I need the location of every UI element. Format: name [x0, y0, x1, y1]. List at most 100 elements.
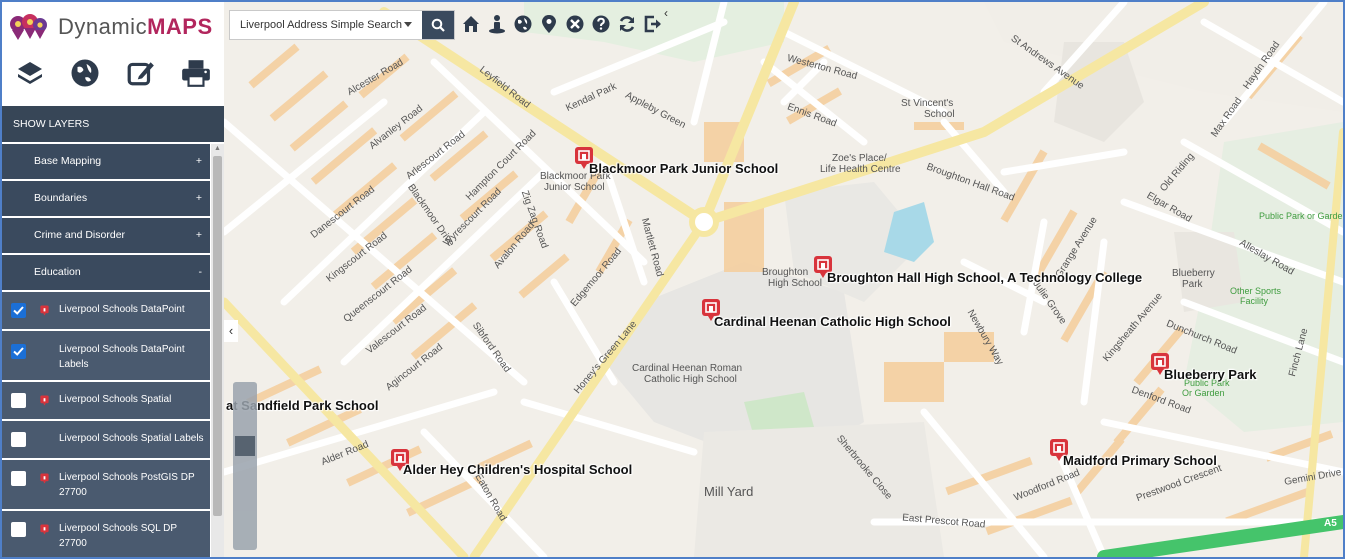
globe-icon	[71, 59, 99, 87]
print-icon	[182, 60, 211, 87]
school-icon	[40, 395, 49, 406]
search-type-label: Liverpool Address Simple Search	[240, 19, 403, 31]
map-label: Cardinal Heenan Roman	[632, 363, 743, 374]
layer-group-label: Education	[34, 266, 81, 278]
layer-checkbox[interactable]	[11, 393, 26, 408]
app-title: DynamicMAPS	[58, 14, 213, 40]
map-toolbar	[460, 10, 664, 38]
search-button[interactable]	[421, 11, 454, 39]
globe-icon	[514, 15, 532, 33]
caret-down-icon	[403, 22, 412, 27]
crosshair-icon	[566, 15, 584, 33]
layer-label-line2: 27700	[59, 538, 87, 549]
layer-label: Liverpool Schools DataPoint	[59, 344, 185, 355]
zoom-slider-handle[interactable]	[235, 436, 255, 456]
map-label: St Vincent's	[901, 98, 954, 109]
layer-list: Base Mapping + Boundaries + Crime and Diso…	[2, 144, 210, 557]
map-label: Blueberry	[1172, 268, 1215, 279]
street-view-button[interactable]	[486, 10, 508, 38]
school-label: Alder Hey Children's Hospital School	[403, 462, 633, 477]
app-frame: St Vincent's School Zoe's Place/ Life He…	[0, 0, 1345, 559]
brand-suffix: MAPS	[147, 14, 213, 39]
layer-label-line2: Labels	[59, 359, 89, 370]
app-logo: DynamicMAPS	[8, 10, 218, 44]
map-label: Life Health Centre	[820, 164, 901, 175]
layer-group-boundaries[interactable]: Boundaries +	[2, 181, 210, 218]
edit-icon	[127, 62, 154, 86]
basemap-button[interactable]	[68, 56, 102, 90]
school-icon	[40, 473, 49, 484]
globe-button[interactable]	[512, 10, 534, 38]
logout-button[interactable]	[642, 10, 664, 38]
layer-label: Liverpool Schools Spatial	[59, 394, 172, 405]
scroll-up-icon[interactable]: ▲	[214, 145, 221, 152]
expand-toggle[interactable]: +	[196, 218, 202, 253]
layer-item[interactable]: Liverpool Schools Spatial	[2, 382, 210, 421]
search-icon	[431, 18, 445, 32]
layer-item[interactable]: Liverpool Schools DataPoint	[2, 292, 210, 331]
map-green-label: Public Park or Garde	[1259, 211, 1343, 221]
layer-item[interactable]: Liverpool Schools SQL DP 27700	[2, 511, 210, 557]
school-label: Blackmoor Park Junior School	[589, 161, 779, 176]
motorway-tag: A5	[1324, 518, 1337, 529]
layer-label: Liverpool Schools DataPoint	[59, 304, 185, 315]
help-icon	[592, 15, 610, 33]
layers-icon	[17, 62, 42, 84]
layer-label-line2: 27700	[59, 487, 87, 498]
home-button[interactable]	[460, 10, 482, 38]
layer-group-label: Crime and Disorder	[34, 229, 126, 241]
sidebar: DynamicMAPS SHOW LAYERS Base Mapping + Bo…	[2, 2, 224, 557]
sidebar-tools	[2, 50, 224, 96]
logo-icon	[10, 14, 47, 40]
refresh-button[interactable]	[616, 10, 638, 38]
location-pin-icon	[542, 15, 556, 33]
brand-prefix: Dynamic	[58, 14, 148, 39]
clear-button[interactable]	[564, 10, 586, 38]
toolbar-collapse-chevron-icon[interactable]: ‹	[664, 6, 668, 20]
print-button[interactable]	[179, 56, 213, 90]
layer-item[interactable]: Liverpool Schools PostGIS DP 27700	[2, 460, 210, 511]
expand-toggle[interactable]: +	[196, 144, 202, 179]
layer-item[interactable]: Liverpool Schools Spatial Labels	[2, 421, 210, 460]
layer-scrollbar[interactable]: ▲	[211, 144, 224, 557]
refresh-icon	[619, 16, 635, 32]
edit-button[interactable]	[124, 56, 158, 90]
layer-checkbox[interactable]	[11, 522, 26, 537]
layer-group-crime-and-disorder[interactable]: Crime and Disorder +	[2, 218, 210, 255]
school-label: Cardinal Heenan Catholic High School	[714, 314, 951, 329]
map-canvas[interactable]: St Vincent's School Zoe's Place/ Life He…	[219, 2, 1343, 557]
zoom-slider[interactable]	[233, 382, 257, 550]
location-button[interactable]	[538, 10, 560, 38]
map-green-label: Other Sports	[1230, 286, 1282, 296]
layer-checkbox[interactable]	[11, 432, 26, 447]
expand-toggle[interactable]: +	[196, 181, 202, 216]
show-layers-header[interactable]: SHOW LAYERS	[2, 106, 224, 142]
map-label: High School	[768, 278, 822, 289]
help-button[interactable]	[590, 10, 612, 38]
layer-checkbox[interactable]	[11, 344, 26, 359]
layer-group-education[interactable]: Education -	[2, 255, 210, 292]
school-label: Blueberry Park	[1164, 367, 1257, 382]
collapse-toggle[interactable]: -	[199, 255, 203, 290]
scrollbar-thumb[interactable]	[213, 156, 222, 516]
map-green-label: Or Garden	[1182, 388, 1225, 398]
layer-checkbox[interactable]	[11, 471, 26, 486]
map-label: Mill Yard	[704, 484, 754, 499]
layer-item[interactable]: Liverpool Schools DataPoint Labels	[2, 331, 210, 382]
sidebar-collapse-chevron-icon[interactable]: ‹	[224, 320, 238, 342]
layers-button[interactable]	[13, 56, 47, 90]
map-label: Catholic High School	[644, 374, 737, 385]
map-label: Junior School	[544, 182, 605, 193]
address-search: Liverpool Address Simple Search	[229, 10, 455, 40]
layer-group-base-mapping[interactable]: Base Mapping +	[2, 144, 210, 181]
search-type-select[interactable]: Liverpool Address Simple Search	[230, 11, 422, 39]
map-label: Park	[1182, 279, 1203, 290]
layer-label: Liverpool Schools SQL DP	[59, 523, 178, 534]
layer-checkbox[interactable]	[11, 303, 26, 318]
map-label: School	[924, 109, 955, 120]
map-label: Zoe's Place/	[832, 153, 887, 164]
map-green-label: Facility	[1240, 296, 1269, 306]
layer-label: Liverpool Schools Spatial Labels	[59, 433, 204, 444]
layer-label: Liverpool Schools PostGIS DP	[59, 472, 195, 483]
home-icon	[463, 16, 479, 32]
